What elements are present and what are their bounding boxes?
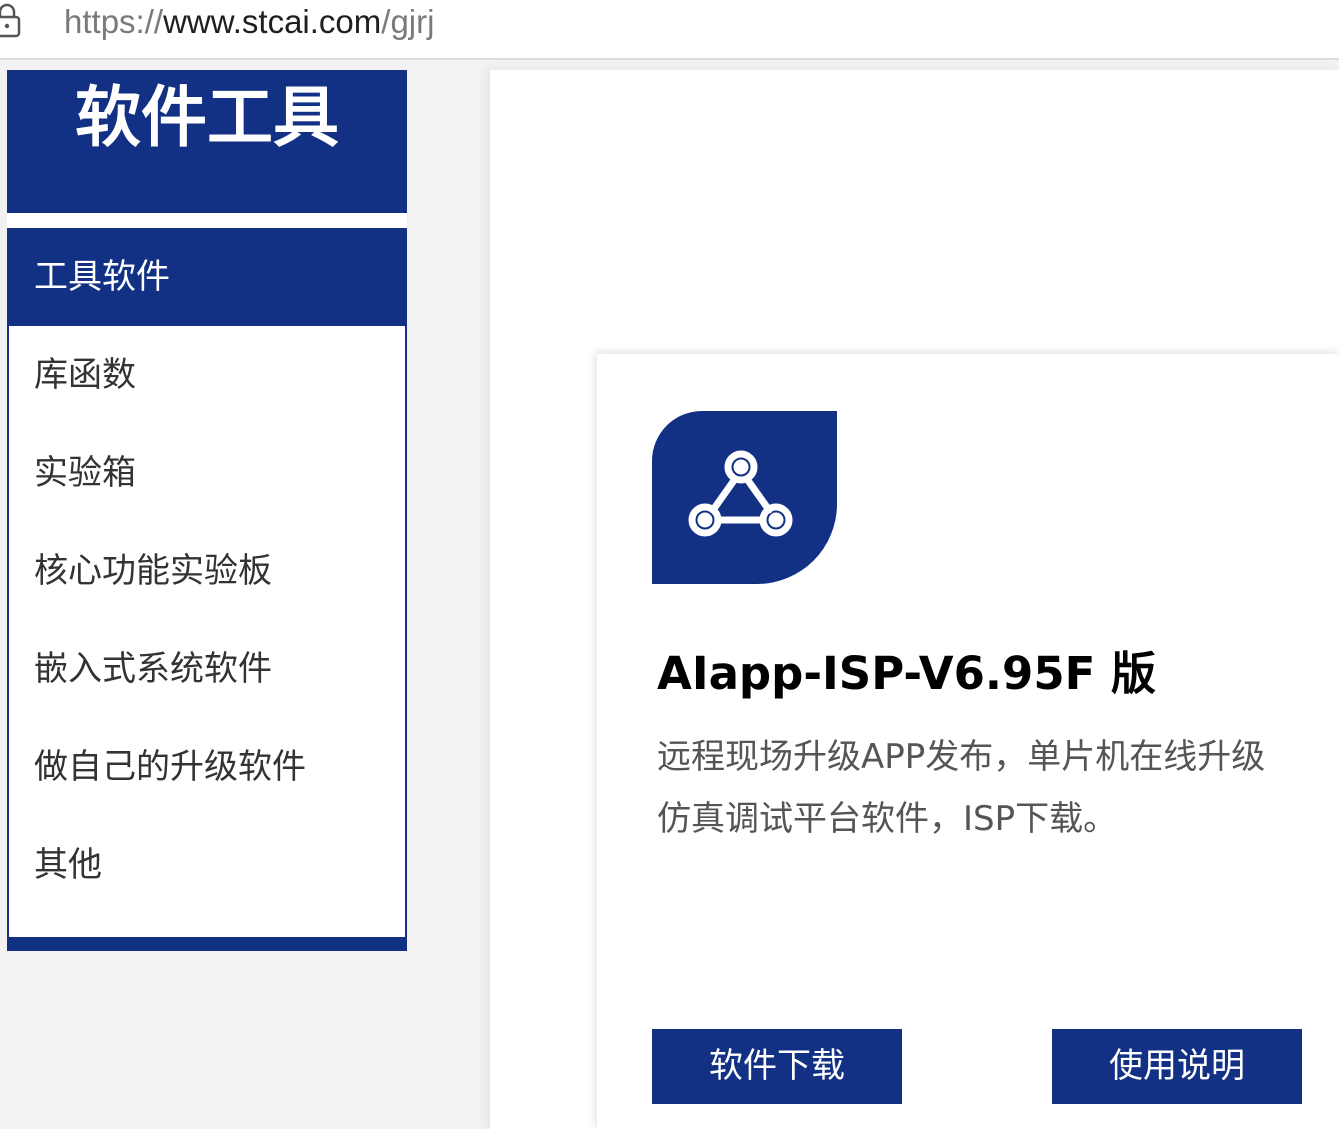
sidebar-title: 软件工具 xyxy=(75,79,339,156)
sidebar-bottom-bar xyxy=(7,937,407,951)
app-title: AIapp-ISP-V6.95F 版 xyxy=(657,647,1157,700)
software-download-button[interactable]: 软件下载 xyxy=(652,1029,902,1104)
url-scheme: https:// xyxy=(64,3,164,40)
address-bar[interactable]: https://www.stcai.com/gjrj xyxy=(0,0,1339,60)
app-description-line: 远程现场升级APP发布，单片机在线升级 xyxy=(657,737,1266,777)
url-text[interactable]: https://www.stcai.com/gjrj xyxy=(64,2,434,42)
sidebar: 软件工具 工具软件 库函数 实验箱 核心功能实验板 嵌入式系统软件 做自己的升级… xyxy=(7,70,407,951)
url-path: /gjrj xyxy=(381,3,435,40)
sidebar-item-experiment-box[interactable]: 实验箱 xyxy=(9,424,405,522)
sidebar-list: 工具软件 库函数 实验箱 核心功能实验板 嵌入式系统软件 做自己的升级软件 其他 xyxy=(7,228,407,937)
sidebar-item-other[interactable]: 其他 xyxy=(9,816,405,914)
sidebar-item-embedded-software[interactable]: 嵌入式系统软件 xyxy=(9,620,405,718)
sidebar-header: 软件工具 xyxy=(7,70,407,213)
lock-icon xyxy=(0,3,21,38)
software-card: AIapp-ISP-V6.95F 版 远程现场升级APP发布，单片机在线升级 仿… xyxy=(597,354,1339,1129)
app-description-line: 仿真调试平台软件，ISP下载。 xyxy=(657,799,1118,839)
app-icon-tile xyxy=(652,411,837,584)
sidebar-item-core-board[interactable]: 核心功能实验板 xyxy=(9,522,405,620)
url-host: www.stcai.com xyxy=(163,3,382,40)
share-network-icon xyxy=(688,450,793,537)
user-manual-button[interactable]: 使用说明 xyxy=(1052,1029,1302,1104)
sidebar-item-library[interactable]: 库函数 xyxy=(9,326,405,424)
sidebar-item-tool-software[interactable]: 工具软件 xyxy=(9,228,405,326)
sidebar-item-own-upgrade[interactable]: 做自己的升级软件 xyxy=(9,718,405,816)
app-description: 远程现场升级APP发布，单片机在线升级 仿真调试平台软件，ISP下载。 xyxy=(657,726,1337,850)
page: https://www.stcai.com/gjrj 软件工具 工具软件 库函数… xyxy=(0,0,1339,1129)
